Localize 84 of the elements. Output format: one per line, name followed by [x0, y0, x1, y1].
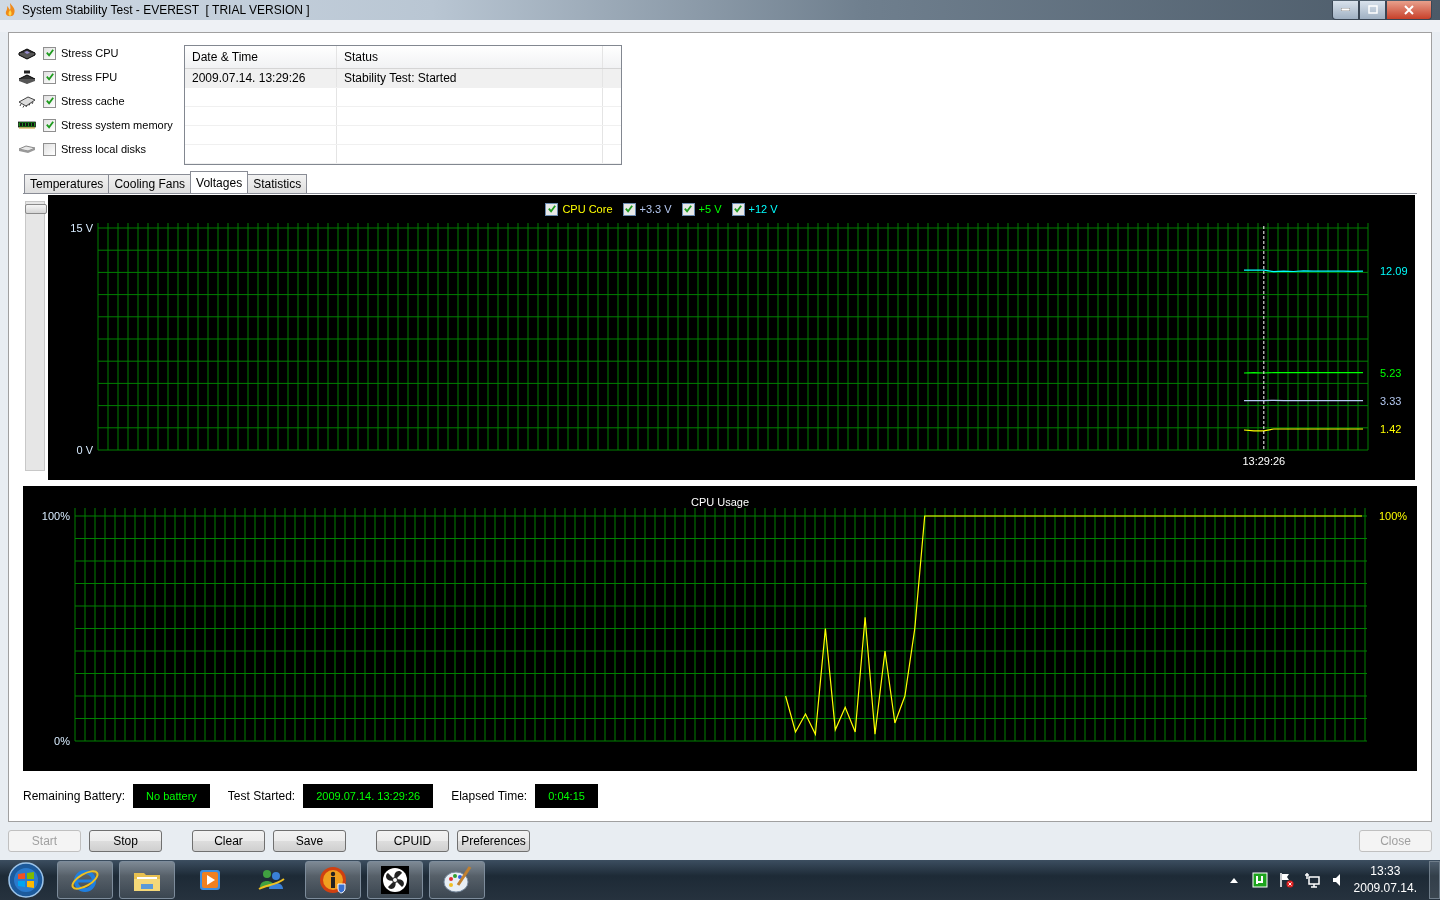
- info-icon: [318, 865, 348, 895]
- button[interactable]: Stop: [89, 830, 162, 852]
- checkbox[interactable]: [43, 142, 56, 156]
- checkbox[interactable]: [43, 118, 56, 132]
- button[interactable]: Clear: [192, 830, 265, 852]
- tab[interactable]: Statistics: [247, 174, 308, 193]
- slider-track[interactable]: [25, 201, 45, 471]
- legend-label: CPU Core: [562, 203, 613, 215]
- chip-icon: [18, 70, 36, 84]
- field-label: Elapsed Time:: [451, 789, 528, 803]
- axis-label: 0%: [54, 735, 70, 747]
- table-cell: 2009.07.14. 13:29:26: [185, 68, 337, 88]
- maximize-button[interactable]: [1359, 0, 1386, 20]
- check-icon: [733, 204, 744, 214]
- axis-label: 13:29:26: [1242, 455, 1286, 467]
- clock-time[interactable]: 13:33: [1370, 863, 1401, 880]
- checkbox[interactable]: [731, 202, 745, 216]
- taskbar-button[interactable]: [367, 861, 423, 899]
- close-icon: [1404, 4, 1414, 15]
- column-header[interactable]: Date & Time: [185, 46, 337, 68]
- checkbox-label: Stress system memory: [61, 119, 173, 131]
- maximize-icon: [1367, 5, 1378, 14]
- button[interactable]: Save: [273, 830, 346, 852]
- taskbar-button[interactable]: [305, 861, 361, 899]
- disk-icon: [18, 142, 36, 156]
- check-icon: [683, 204, 694, 214]
- check-icon: [546, 204, 557, 214]
- checkbox-label: Stress CPU: [61, 47, 119, 59]
- axis-label: 100%: [41, 510, 70, 522]
- button[interactable]: Preferences: [457, 830, 530, 852]
- value-display: 0:04:15: [535, 784, 598, 808]
- close-button[interactable]: [1386, 0, 1432, 20]
- value-label: 100%: [1379, 510, 1408, 522]
- torrent-icon[interactable]: [1251, 872, 1268, 888]
- tab[interactable]: Temperatures: [24, 174, 110, 193]
- axis-label: 15 V: [70, 223, 93, 234]
- legend-label: +3.3 V: [639, 203, 672, 215]
- taskbar-button[interactable]: [119, 861, 175, 899]
- check-icon: [44, 72, 55, 82]
- tab[interactable]: Cooling Fans: [108, 174, 192, 193]
- palette-icon: [442, 865, 472, 895]
- check-icon: [44, 96, 55, 106]
- value-display: 2009.07.14. 13:29:26: [303, 784, 434, 808]
- checkbox-label: Stress local disks: [61, 143, 146, 155]
- value-label: 5.23: [1380, 366, 1402, 379]
- value-label: 1.42: [1380, 423, 1402, 435]
- column-header[interactable]: Status: [337, 46, 603, 68]
- check-icon: [624, 204, 634, 214]
- checkbox[interactable]: [43, 70, 56, 84]
- checkbox[interactable]: [43, 94, 56, 108]
- clock-date[interactable]: 2009.07.14.: [1353, 880, 1417, 897]
- checkbox-label: Stress cache: [61, 95, 125, 107]
- slider-thumb[interactable]: [25, 204, 47, 214]
- legend-label: +12 V: [748, 203, 778, 215]
- minimize-button[interactable]: [1332, 0, 1359, 20]
- checkbox[interactable]: [681, 202, 695, 216]
- show-desktop-button[interactable]: [1429, 861, 1440, 899]
- memory-icon: [18, 118, 36, 132]
- value-label: 12.09: [1380, 265, 1408, 278]
- button[interactable]: CPUID: [376, 830, 449, 852]
- network-icon[interactable]: [1303, 872, 1320, 888]
- checkbox[interactable]: [545, 202, 559, 216]
- chart-title: CPU Usage: [690, 496, 750, 508]
- chip-icon: [18, 46, 36, 60]
- value-label: 3.33: [1380, 394, 1402, 407]
- checkbox[interactable]: [43, 46, 56, 60]
- taskbar-button[interactable]: [429, 861, 485, 899]
- fan-icon: [380, 865, 410, 895]
- field-label: Remaining Battery:: [23, 789, 126, 803]
- start-button[interactable]: [7, 861, 45, 899]
- flag-icon[interactable]: [1277, 872, 1294, 888]
- field-label: Test Started:: [227, 789, 296, 803]
- legend-label: +5 V: [698, 203, 722, 215]
- chip-icon: [18, 94, 36, 108]
- minimize-icon: [1341, 8, 1350, 11]
- window-title: System Stability Test - EVEREST [ TRIAL VERSION ]: [22, 3, 310, 17]
- axis-label: 0 V: [76, 444, 93, 456]
- checkbox[interactable]: [622, 202, 636, 216]
- tab[interactable]: Voltages: [190, 171, 249, 193]
- checkbox-label: Stress FPU: [61, 71, 118, 83]
- check-icon: [44, 48, 55, 58]
- table-cell: Stability Test: Started: [337, 68, 603, 88]
- value-display: No battery: [133, 784, 210, 808]
- check-icon: [44, 120, 55, 130]
